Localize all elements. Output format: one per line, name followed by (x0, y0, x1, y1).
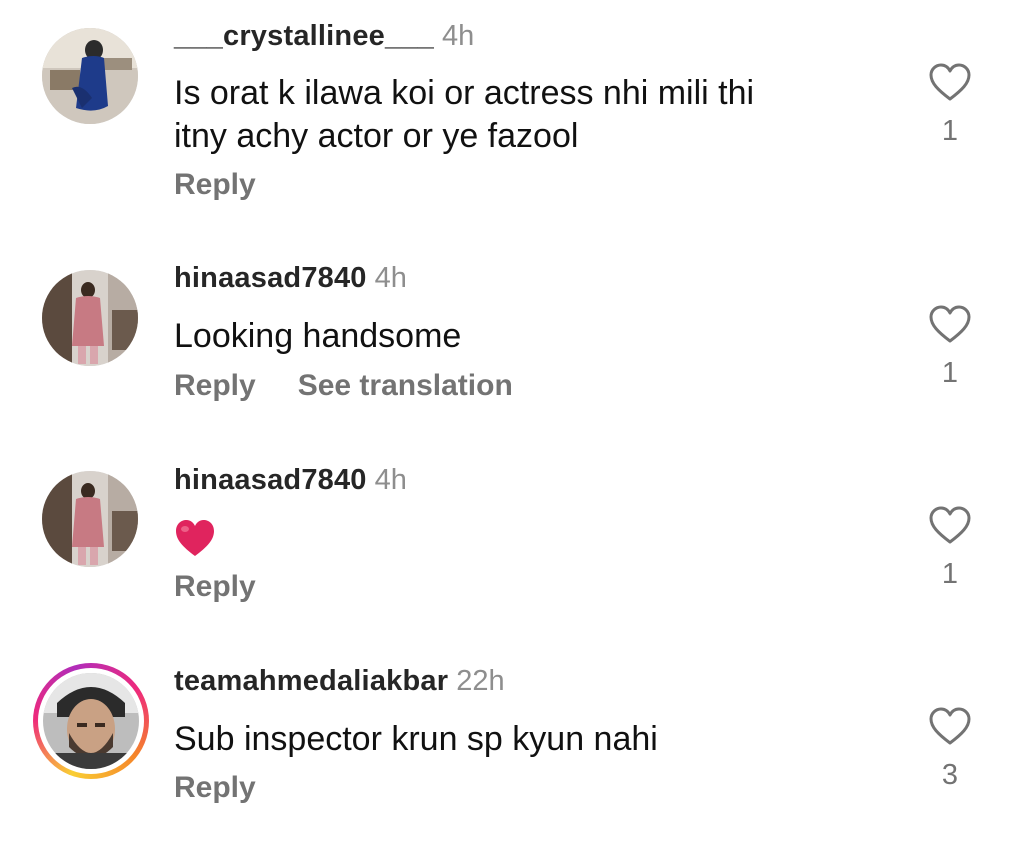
comment-text-line: itny achy actor or ye fazool (174, 117, 579, 155)
username[interactable]: teamahmedaliakbar (174, 665, 448, 697)
timestamp: 4h (441, 20, 475, 52)
red-heart-emoji (176, 520, 214, 556)
see-translation-button[interactable]: See translation (298, 369, 513, 402)
avatar[interactable] (42, 471, 138, 567)
comment-text-line: Looking handsome (174, 317, 462, 355)
avatar-image (42, 270, 138, 366)
avatar-image (43, 673, 139, 769)
avatar-image (42, 471, 138, 567)
comment-text: Looking handsome (174, 315, 461, 358)
avatar[interactable] (42, 270, 138, 366)
comment-text: Is orat k ilawa koi or actress nhi mili … (174, 72, 754, 158)
avatar-image (42, 28, 138, 124)
comment-text (174, 518, 216, 569)
heart-outline-icon[interactable] (928, 62, 972, 102)
username[interactable]: ___crystallinee___ (174, 20, 434, 52)
avatar-story-ring[interactable] (33, 663, 149, 779)
like-count: 1 (941, 115, 959, 147)
timestamp: 4h (374, 464, 407, 496)
reply-button[interactable]: Reply (174, 570, 256, 603)
comment-text: Sub inspector krun sp kyun nahi (174, 718, 658, 761)
like-count: 1 (941, 357, 959, 389)
reply-button[interactable]: Reply (174, 771, 256, 804)
comment-text-line: Sub inspector krun sp kyun nahi (174, 720, 658, 758)
username[interactable]: hinaasad7840 (174, 464, 367, 496)
heart-outline-icon[interactable] (928, 505, 972, 545)
heart-outline-icon[interactable] (928, 304, 972, 344)
avatar[interactable] (42, 28, 138, 124)
like-count: 3 (941, 759, 959, 791)
avatar (43, 673, 139, 769)
like-count: 1 (941, 558, 959, 590)
timestamp: 22h (456, 665, 505, 697)
reply-button[interactable]: Reply (174, 369, 256, 402)
comment-text-line: Is orat k ilawa koi or actress nhi mili … (174, 74, 755, 112)
timestamp: 4h (374, 262, 407, 294)
username[interactable]: hinaasad7840 (174, 262, 367, 294)
reply-button[interactable]: Reply (174, 168, 256, 201)
heart-outline-icon[interactable] (928, 706, 972, 746)
